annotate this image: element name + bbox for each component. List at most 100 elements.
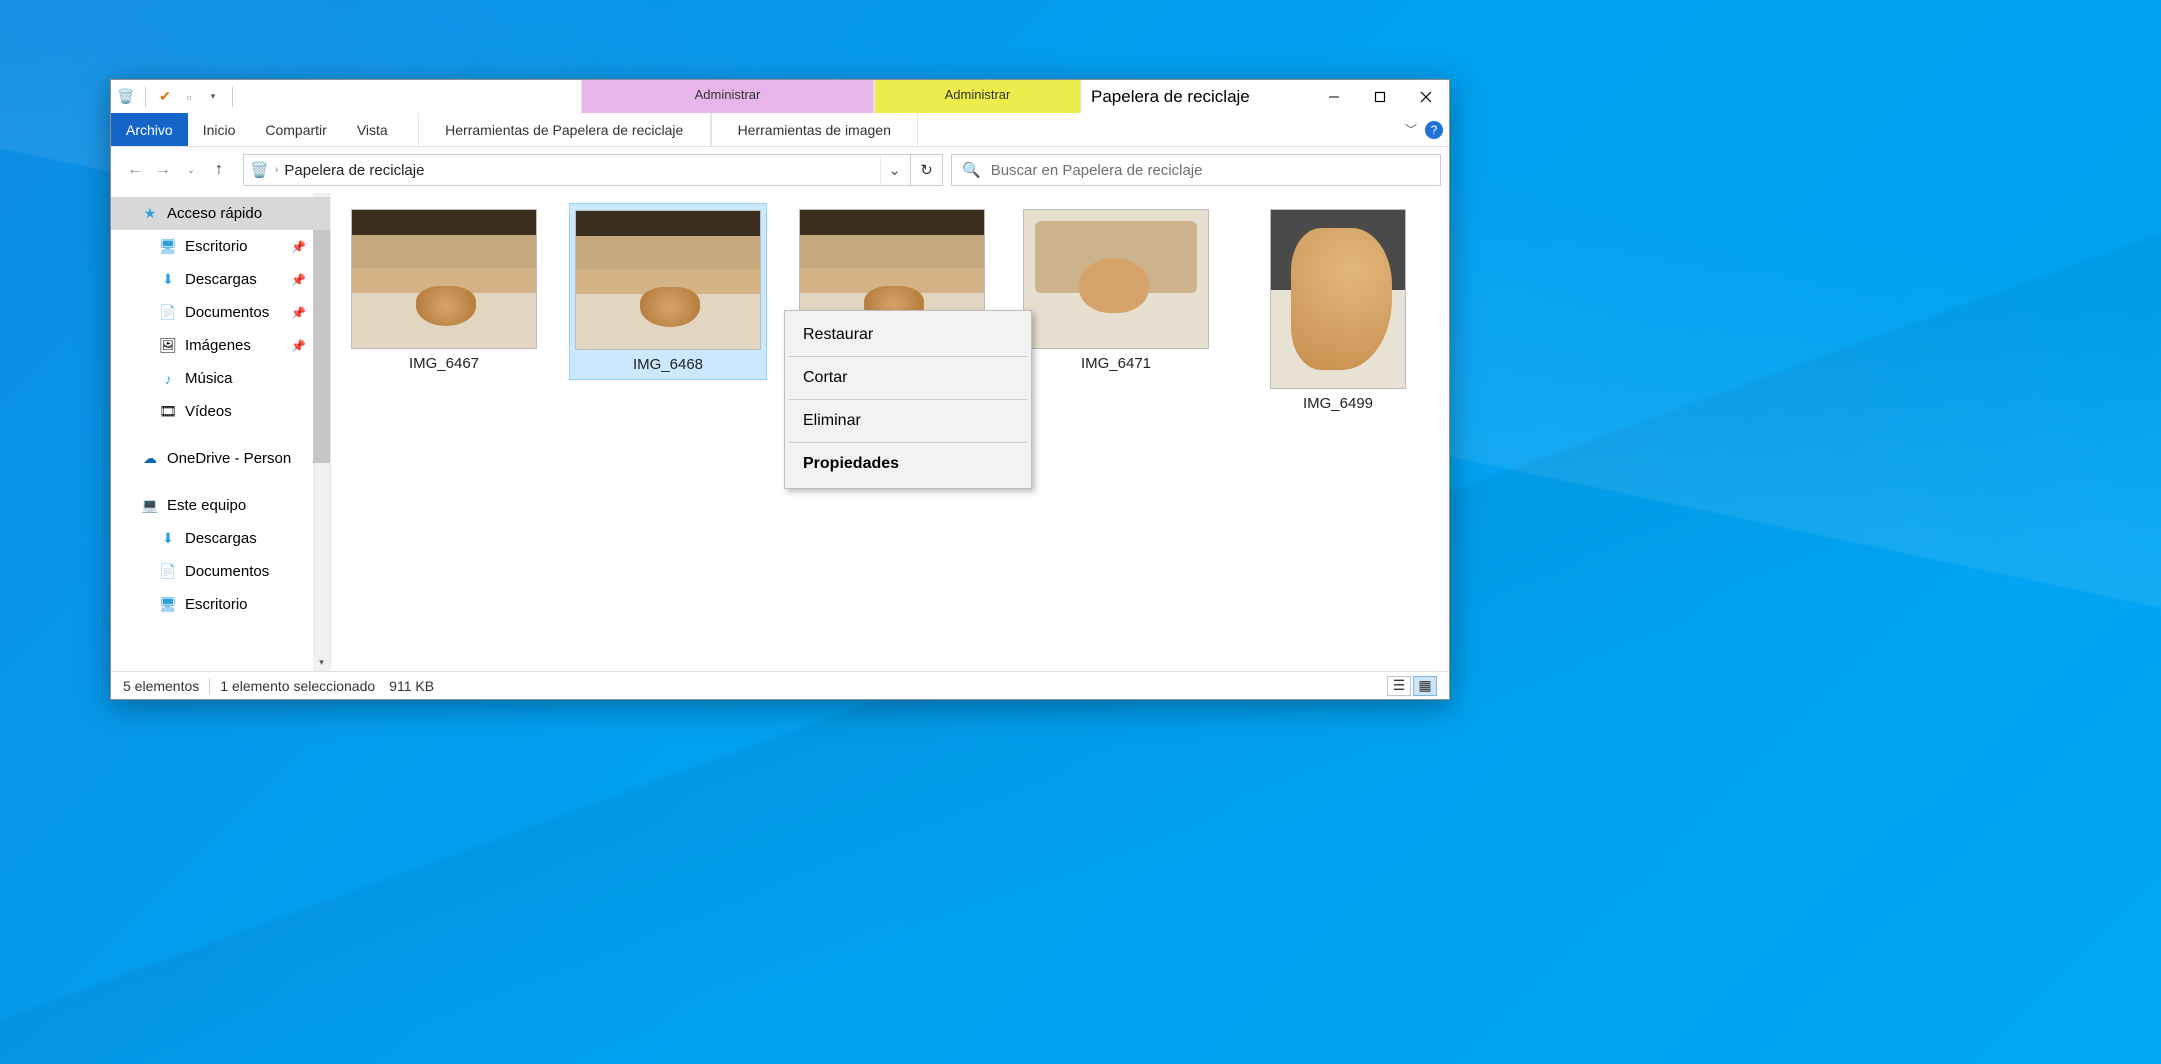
file-name: IMG_6468 [633, 356, 703, 373]
ribbon-tab-view[interactable]: Vista [342, 113, 403, 146]
file-name: IMG_6499 [1303, 395, 1373, 412]
separator [232, 87, 233, 107]
sidebar-item-label: Imágenes [185, 337, 251, 354]
sidebar-item-label: Descargas [185, 530, 257, 547]
properties-qat-icon[interactable]: ✔ [156, 88, 174, 106]
sidebar-item-label: Escritorio [185, 238, 248, 255]
sidebar-item-pictures[interactable]: 🖼 Imágenes 📌 [111, 329, 330, 362]
recycle-bin-icon: 🗑️ [250, 161, 269, 179]
sidebar-item-label: Documentos [185, 563, 269, 580]
file-item[interactable]: IMG_6468 [569, 203, 767, 380]
ribbon-collapse-icon[interactable]: ﹀ [1405, 121, 1417, 138]
view-thumbnails-button[interactable]: ▦ [1413, 676, 1437, 696]
file-item[interactable]: IMG_6467 [345, 203, 543, 378]
qat-dropdown-icon[interactable]: ▾ [204, 88, 222, 106]
desktop-icon: 🖥 [159, 596, 177, 614]
sidebar-item-this-pc[interactable]: 💻 Este equipo [111, 489, 330, 522]
separator [789, 442, 1027, 443]
chevron-right-icon[interactable]: › [275, 164, 279, 176]
context-tab-label: Administrar [945, 80, 1011, 102]
close-button[interactable] [1403, 81, 1449, 113]
navigation-row: ← → ⌄ ↑ 🗑️ › Papelera de reciclaje ⌄ ↻ 🔍… [111, 147, 1449, 193]
nav-back-button[interactable]: ← [123, 158, 147, 182]
ribbon-tab-file[interactable]: Archivo [111, 113, 188, 146]
context-menu-properties[interactable]: Propiedades [787, 444, 1029, 484]
context-menu: Restaurar Cortar Eliminar Propiedades [784, 310, 1032, 489]
body: ▴ ▾ ★ Acceso rápido 🖥 Escritorio 📌 ⬇ Des… [111, 193, 1449, 671]
status-size: 911 KB [389, 678, 434, 694]
file-item[interactable]: IMG_6471 [1017, 203, 1215, 378]
ribbon-tab-share[interactable]: Compartir [250, 113, 341, 146]
context-menu-delete[interactable]: Eliminar [787, 401, 1029, 441]
sidebar-item-music[interactable]: ♪ Música [111, 362, 330, 395]
address-bar[interactable]: 🗑️ › Papelera de reciclaje ⌄ ↻ [243, 154, 943, 186]
separator [209, 678, 210, 694]
sidebar-item-documents[interactable]: 📄 Documentos 📌 [111, 296, 330, 329]
document-icon: 📄 [159, 563, 177, 581]
maximize-button[interactable] [1357, 81, 1403, 113]
sidebar-item-label: Acceso rápido [167, 205, 262, 222]
thumbnail-image [1270, 209, 1406, 389]
pin-icon: 📌 [291, 306, 306, 320]
sidebar-item-label: OneDrive - Person [167, 450, 291, 467]
scrollbar-down-arrow[interactable]: ▾ [313, 654, 330, 671]
status-selection: 1 elemento seleccionado [220, 678, 375, 694]
status-bar: 5 elementos 1 elemento seleccionado 911 … [111, 671, 1449, 699]
file-item[interactable]: IMG_6499 [1241, 203, 1435, 418]
sidebar-item-label: Música [185, 370, 233, 387]
view-details-button[interactable]: ☰ [1387, 676, 1411, 696]
sidebar-item-downloads[interactable]: ⬇ Descargas 📌 [111, 263, 330, 296]
separator [789, 356, 1027, 357]
sidebar-item-downloads-pc[interactable]: ⬇ Descargas [111, 522, 330, 555]
ribbon-tab-image-tools[interactable]: Herramientas de imagen [711, 113, 918, 146]
context-tab-image-tools[interactable]: Administrar [874, 80, 1081, 113]
cloud-icon: ☁ [141, 450, 159, 468]
window-title: Papelera de reciclaje [1091, 87, 1250, 107]
context-tab-label: Administrar [695, 80, 761, 102]
recycle-bin-icon: 🗑️ [117, 88, 135, 106]
sidebar-item-label: Descargas [185, 271, 257, 288]
context-menu-cut[interactable]: Cortar [787, 358, 1029, 398]
pin-icon: 📌 [291, 273, 306, 287]
refresh-button[interactable]: ↻ [910, 155, 942, 185]
pictures-icon: 🖼 [159, 337, 177, 355]
title-bar: 🗑️ ✔ ▫ ▾ Administrar Administrar Papeler… [111, 80, 1449, 113]
sidebar-item-desktop[interactable]: 🖥 Escritorio 📌 [111, 230, 330, 263]
sidebar-item-desktop-pc[interactable]: 🖥 Escritorio [111, 588, 330, 621]
music-icon: ♪ [159, 370, 177, 388]
ribbon: Archivo Inicio Compartir Vista Herramien… [111, 113, 1449, 147]
address-dropdown-icon[interactable]: ⌄ [880, 155, 908, 185]
title-area: Papelera de reciclaje [1081, 80, 1449, 113]
videos-icon: 🎞 [159, 403, 177, 421]
ribbon-tab-home[interactable]: Inicio [188, 113, 251, 146]
sidebar-item-onedrive[interactable]: ☁ OneDrive - Person [111, 442, 330, 475]
minimize-button[interactable] [1311, 81, 1357, 113]
thumbnail-image [351, 209, 537, 349]
nav-forward-button[interactable]: → [151, 158, 175, 182]
pc-icon: 💻 [141, 497, 159, 515]
context-tab-recycle-tools[interactable]: Administrar [581, 80, 874, 113]
search-icon: 🔍 [962, 161, 981, 179]
search-placeholder: Buscar en Papelera de reciclaje [991, 162, 1203, 179]
breadcrumb-segment[interactable]: Papelera de reciclaje [284, 162, 424, 179]
sidebar-item-documents-pc[interactable]: 📄 Documentos [111, 555, 330, 588]
file-name: IMG_6467 [409, 355, 479, 372]
navigation-pane: ▴ ▾ ★ Acceso rápido 🖥 Escritorio 📌 ⬇ Des… [111, 193, 331, 671]
desktop-icon: 🖥 [159, 238, 177, 256]
ribbon-tab-recycle-tools[interactable]: Herramientas de Papelera de reciclaje [418, 113, 711, 146]
star-icon: ★ [141, 205, 159, 223]
sidebar-item-quick-access[interactable]: ★ Acceso rápido [111, 197, 330, 230]
qat-item-icon[interactable]: ▫ [180, 88, 198, 106]
download-icon: ⬇ [159, 271, 177, 289]
download-icon: ⬇ [159, 530, 177, 548]
search-input[interactable]: 🔍 Buscar en Papelera de reciclaje [951, 154, 1441, 186]
help-icon[interactable]: ? [1425, 121, 1443, 139]
sidebar-item-label: Documentos [185, 304, 269, 321]
pin-icon: 📌 [291, 240, 306, 254]
pin-icon: 📌 [291, 339, 306, 353]
nav-up-button[interactable]: ↑ [207, 158, 231, 182]
sidebar-item-videos[interactable]: 🎞 Vídeos [111, 395, 330, 428]
nav-recent-dropdown[interactable]: ⌄ [179, 158, 203, 182]
context-menu-restore[interactable]: Restaurar [787, 315, 1029, 355]
status-item-count: 5 elementos [123, 678, 199, 694]
